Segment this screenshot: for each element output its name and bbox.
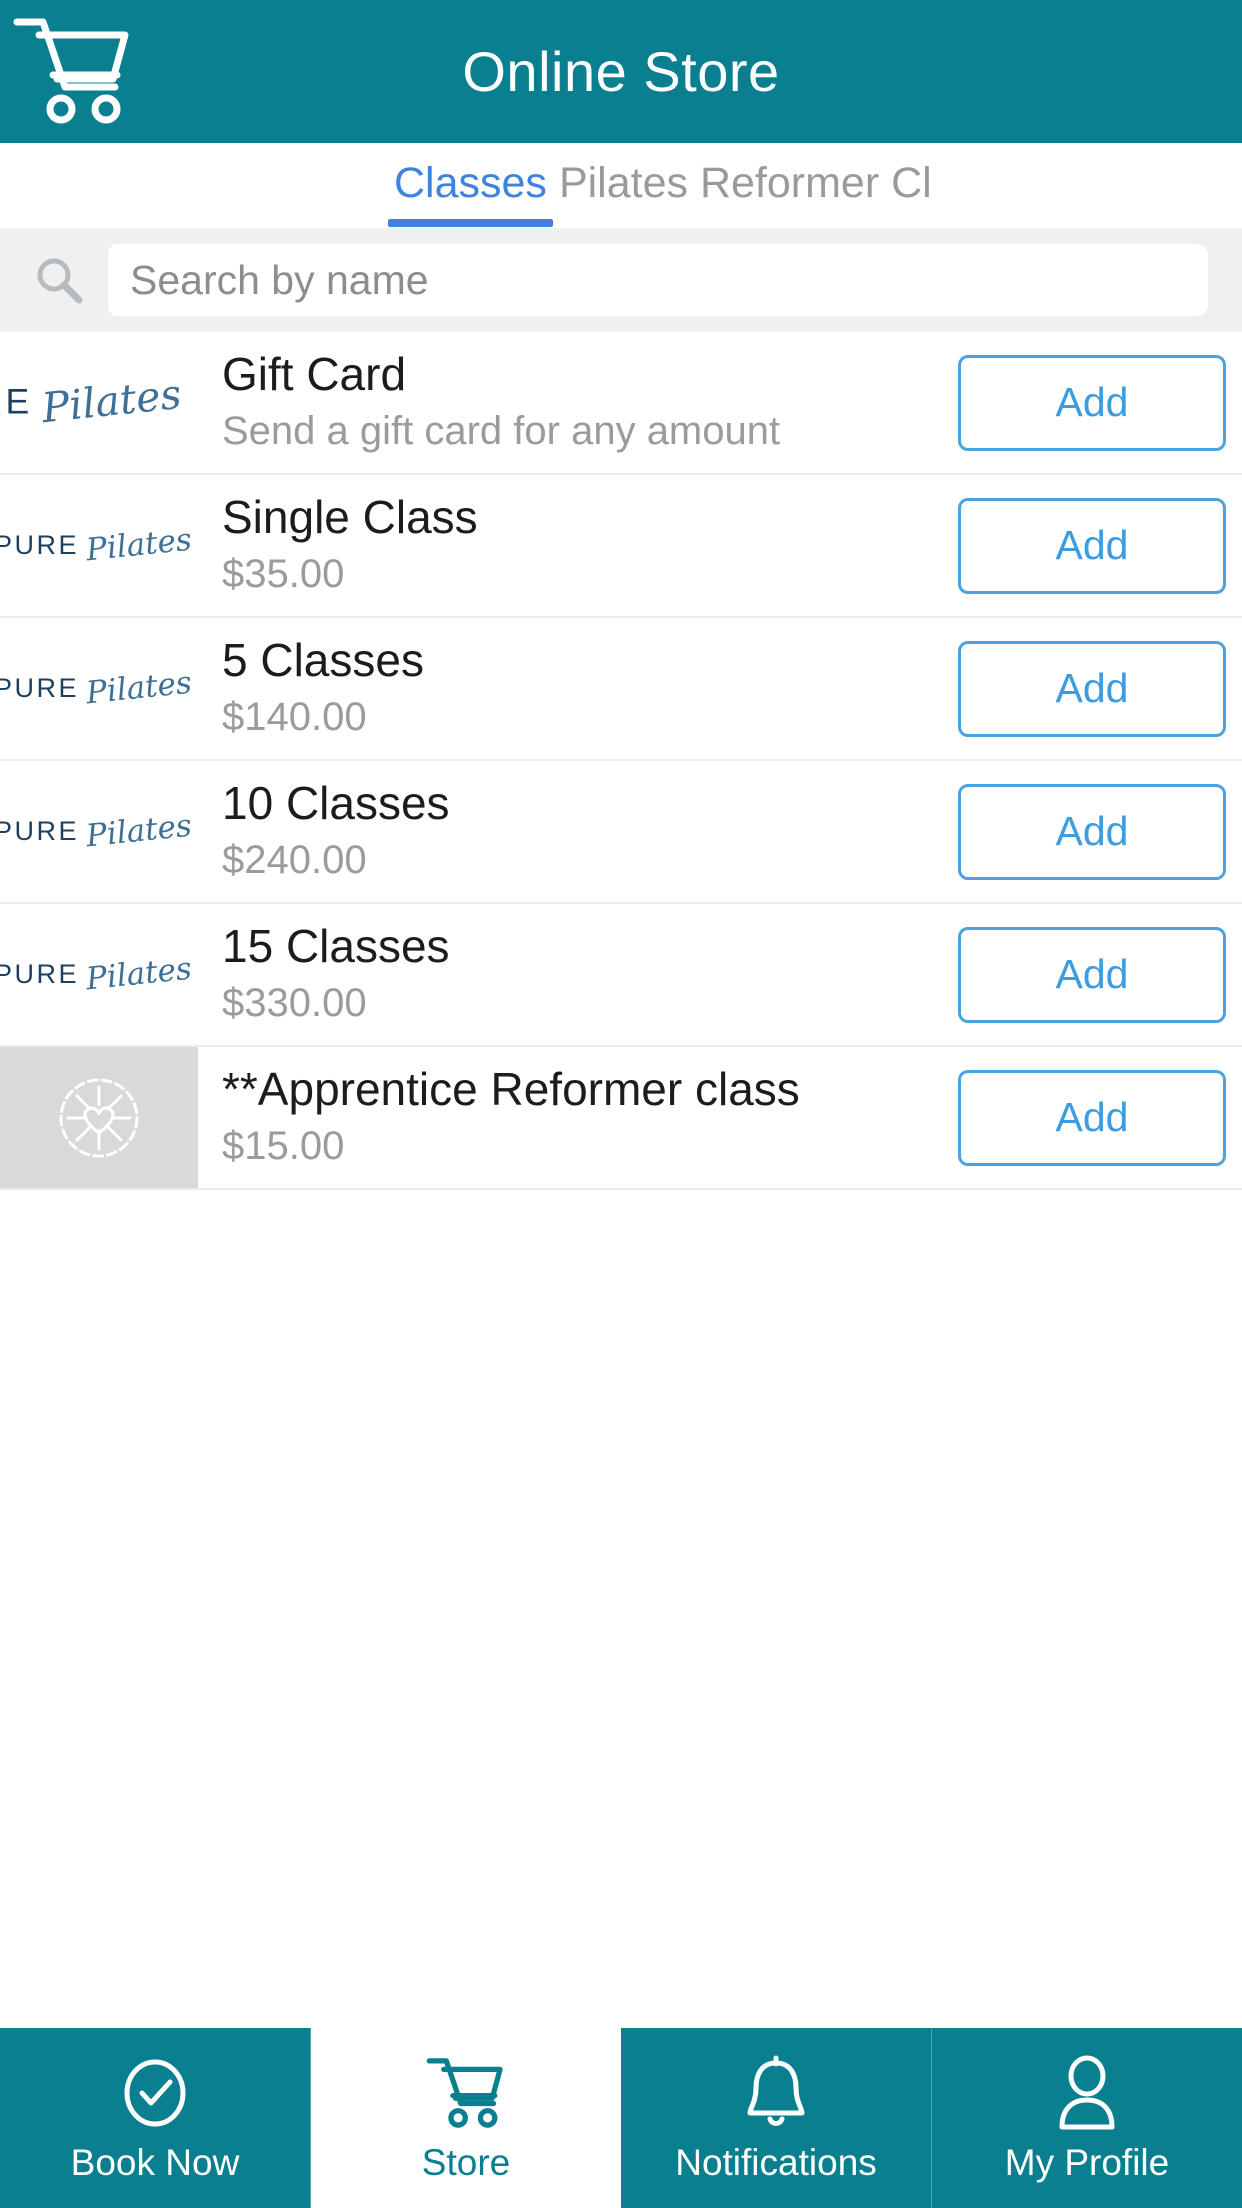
product-price: $15.00 [222,1124,345,1169]
pure-pilates-logo-icon: PURE Pilates [0,808,193,855]
add-button[interactable]: Add [958,926,1226,1023]
product-info: **Apprentice Reformer class $15.00 [198,1047,942,1188]
product-thumbnail [0,1047,198,1188]
product-info: 10 Classes $240.00 [198,761,942,902]
nav-item-store[interactable]: Store [311,2028,621,2208]
logo-primary-text: PURE [0,382,33,422]
tab-classes[interactable]: Classes [388,143,553,227]
page-title: Online Store [462,40,780,103]
table-row[interactable]: PURE Pilates Single Class $35.00 Add [0,475,1242,618]
logo-script-text: Pilates [84,807,194,855]
product-thumbnail: PURE Pilates [0,904,198,1045]
tab-pilates-reformer-classes[interactable]: Pilates Reformer Cl [553,143,938,227]
product-thumbnail: PURE Pilates [0,761,198,902]
product-action: Add [942,1047,1242,1188]
logo-script-text: Pilates [84,521,194,569]
nav-item-my-profile-label: My Profile [1004,2141,1170,2183]
product-thumbnail: PURE Pilates [0,332,198,473]
product-price: $35.00 [222,552,345,597]
product-action: Add [942,475,1242,616]
magnifier-icon [32,253,86,307]
table-row[interactable]: PURE Pilates Gift Card Send a gift card … [0,332,1242,475]
logo-script-text: Pilates [84,664,194,712]
tab-classes-label: Classes [394,159,547,207]
product-list: PURE Pilates Gift Card Send a gift card … [0,332,1242,2028]
product-title: 10 Classes [222,776,450,829]
tab-active-indicator [388,219,553,227]
table-row[interactable]: PURE Pilates 15 Classes $330.00 Add [0,904,1242,1047]
product-subtitle: Send a gift card for any amount [222,409,781,454]
nav-item-store-label: Store [421,2141,511,2183]
product-info: 15 Classes $330.00 [198,904,942,1045]
logo-script-text: Pilates [39,370,184,433]
add-button[interactable]: Add [958,497,1226,594]
product-thumbnail: PURE Pilates [0,618,198,759]
pure-pilates-logo-icon: PURE Pilates [0,665,193,712]
product-title: 15 Classes [222,919,450,972]
tab-pilates-reformer-classes-label: Pilates Reformer Cl [558,159,932,207]
product-thumbnail: PURE Pilates [0,475,198,616]
table-row[interactable]: PURE Pilates 10 Classes $240.00 Add [0,761,1242,904]
pure-pilates-logo-icon: PURE Pilates [0,951,193,998]
shopping-cart-icon[interactable] [8,8,138,134]
product-title: 5 Classes [222,633,424,686]
online-store-screen: Online Store Classes Pilates Reformer Cl… [0,0,1242,2208]
bottom-navigation-bar: Book Now Store Notifications My Profile [0,2028,1242,2208]
pure-pilates-logo-icon: PURE Pilates [0,522,193,569]
nav-item-book-now[interactable]: Book Now [0,2028,311,2208]
logo-primary-text: PURE [0,959,80,989]
add-button[interactable]: Add [958,1069,1226,1166]
product-info: Single Class $35.00 [198,475,942,616]
product-info: 5 Classes $140.00 [198,618,942,759]
product-price: $330.00 [222,981,367,1026]
add-button[interactable]: Add [958,783,1226,880]
category-tab-bar[interactable]: Classes Pilates Reformer Cl [0,143,1242,228]
check-circle-icon [118,2056,192,2130]
shopping-cart-icon [425,2056,507,2130]
app-header: Online Store [0,0,1242,143]
flower-heart-placeholder-icon [59,1078,139,1157]
product-price: $240.00 [222,838,367,883]
nav-item-book-now-label: Book Now [70,2141,240,2183]
logo-primary-text: PURE [0,530,80,560]
product-info: Gift Card Send a gift card for any amoun… [198,332,942,473]
search-bar [0,228,1242,332]
product-title: Gift Card [222,347,407,400]
product-action: Add [942,618,1242,759]
search-input[interactable] [108,244,1208,316]
product-title: Single Class [222,490,478,543]
add-button[interactable]: Add [958,640,1226,737]
pure-pilates-logo-icon: PURE Pilates [0,371,184,433]
nav-item-notifications[interactable]: Notifications [621,2028,932,2208]
add-button[interactable]: Add [958,354,1226,451]
nav-item-my-profile[interactable]: My Profile [932,2028,1242,2208]
logo-primary-text: PURE [0,816,80,846]
logo-primary-text: PURE [0,673,80,703]
person-icon [1053,2055,1121,2130]
bell-icon [741,2055,811,2130]
logo-script-text: Pilates [84,950,194,998]
table-row[interactable]: PURE Pilates 5 Classes $140.00 Add [0,618,1242,761]
product-title: **Apprentice Reformer class [222,1062,800,1115]
tab-inactive-indicator [553,219,938,227]
product-action: Add [942,761,1242,902]
nav-item-notifications-label: Notifications [675,2141,877,2183]
product-action: Add [942,332,1242,473]
table-row[interactable]: **Apprentice Reformer class $15.00 Add [0,1047,1242,1190]
product-price: $140.00 [222,695,367,740]
product-action: Add [942,904,1242,1045]
